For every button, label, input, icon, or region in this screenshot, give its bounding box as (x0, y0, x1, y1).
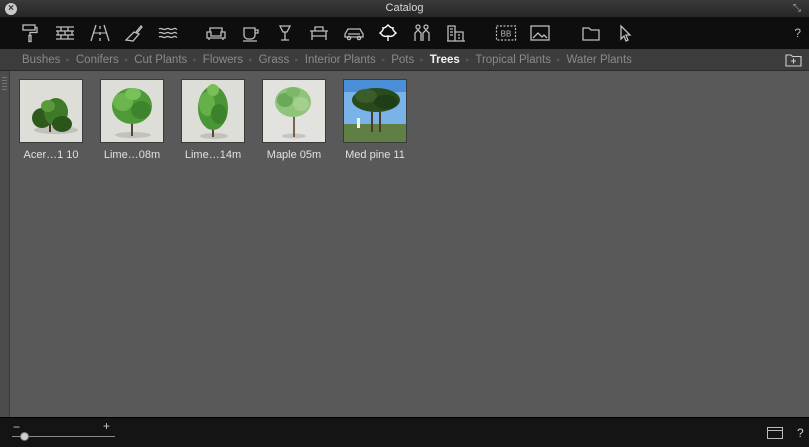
lime-tree-icon (101, 80, 163, 142)
acer-tree-icon (20, 80, 82, 142)
catalog-item[interactable]: Lime…14m (173, 79, 253, 161)
tab-separator-icon: ▸ (66, 56, 70, 64)
window-title: Catalog (385, 2, 424, 14)
road-icon[interactable] (87, 22, 113, 44)
cup-icon[interactable] (238, 22, 264, 44)
leaf-icon[interactable] (375, 22, 401, 44)
catalog-item[interactable]: Maple 05m (254, 79, 334, 161)
picture-icon[interactable] (527, 22, 553, 44)
zoom-out-button[interactable]: − (13, 420, 20, 434)
tab-conifers[interactable]: Conifers (76, 54, 119, 66)
view-toggle-icon[interactable] (767, 427, 783, 439)
category-toolbar: BB ? (0, 18, 809, 49)
catalog-item[interactable]: Lime…08m (92, 79, 172, 161)
billboard-text: BB (501, 30, 512, 39)
item-label: Lime…14m (184, 149, 242, 161)
tab-separator-icon: ▸ (249, 56, 253, 64)
table-icon[interactable] (306, 22, 332, 44)
item-label: Lime…08m (103, 149, 161, 161)
catalog-item[interactable]: Acer…1 10 (11, 79, 91, 161)
tab-separator-icon: ▸ (295, 56, 299, 64)
item-thumbnail (181, 79, 245, 143)
status-help-button[interactable]: ? (797, 426, 804, 440)
status-bar: − + ? (0, 417, 809, 447)
tab-separator-icon: ▸ (420, 56, 424, 64)
brick-wall-icon[interactable] (52, 22, 78, 44)
tab-bushes[interactable]: Bushes (22, 54, 60, 66)
tab-pots[interactable]: Pots (391, 54, 414, 66)
car-icon[interactable] (341, 22, 367, 44)
zoom-in-button[interactable]: + (103, 419, 110, 433)
tab-cut-plants[interactable]: Cut Plants (134, 54, 187, 66)
add-folder-icon[interactable] (785, 52, 802, 67)
catalog-item[interactable]: Med pine 11 (335, 79, 415, 161)
item-thumbnail (100, 79, 164, 143)
tab-grass[interactable]: Grass (259, 54, 290, 66)
tab-separator-icon: ▸ (556, 56, 561, 64)
people-icon[interactable] (409, 22, 435, 44)
tab-water-plants[interactable]: Water Plants (567, 54, 632, 66)
item-label: Med pine 11 (345, 149, 405, 161)
side-panel-handle[interactable] (0, 71, 10, 417)
folder-icon[interactable] (578, 22, 604, 44)
tab-separator-icon: ▸ (381, 56, 386, 64)
catalog-content: Acer…1 10 Lime…08m Lime…14m Maple 05m Me… (0, 71, 809, 417)
item-thumbnail (262, 79, 326, 143)
help-button[interactable]: ? (794, 26, 801, 40)
sofa-icon[interactable] (203, 22, 229, 44)
item-label: Acer…1 10 (23, 149, 79, 161)
billboard-icon[interactable]: BB (493, 22, 519, 44)
lime-tree-icon (182, 80, 244, 142)
tab-tropical-plants[interactable]: Tropical Plants (475, 54, 551, 66)
tab-separator-icon: ▸ (193, 56, 197, 64)
title-bar: × Catalog ⤡ (0, 0, 809, 18)
item-label: Maple 05m (266, 149, 322, 161)
maple-tree-icon (263, 80, 325, 142)
tab-separator-icon: ▸ (124, 56, 129, 64)
category-tabs: Bushes ▸ Conifers ▸ Cut Plants ▸ Flowers… (0, 49, 809, 71)
tab-separator-icon: ▸ (465, 56, 470, 64)
buildings-icon[interactable] (443, 22, 469, 44)
tab-flowers[interactable]: Flowers (203, 54, 243, 66)
trowel-icon[interactable] (121, 22, 147, 44)
zoom-slider-handle[interactable] (19, 432, 29, 441)
paint-roller-icon[interactable] (17, 22, 43, 44)
pine-tree-icon (344, 80, 406, 142)
resize-icon[interactable]: ⤡ (793, 3, 804, 14)
grip-icon (2, 77, 7, 91)
item-thumbnail (19, 79, 83, 143)
tab-trees[interactable]: Trees (430, 54, 460, 66)
item-thumbnail (343, 79, 407, 143)
lamp-icon[interactable] (272, 22, 298, 44)
cursor-icon[interactable] (612, 22, 638, 44)
tab-interior-plants[interactable]: Interior Plants (305, 54, 376, 66)
water-waves-icon[interactable] (155, 22, 181, 44)
